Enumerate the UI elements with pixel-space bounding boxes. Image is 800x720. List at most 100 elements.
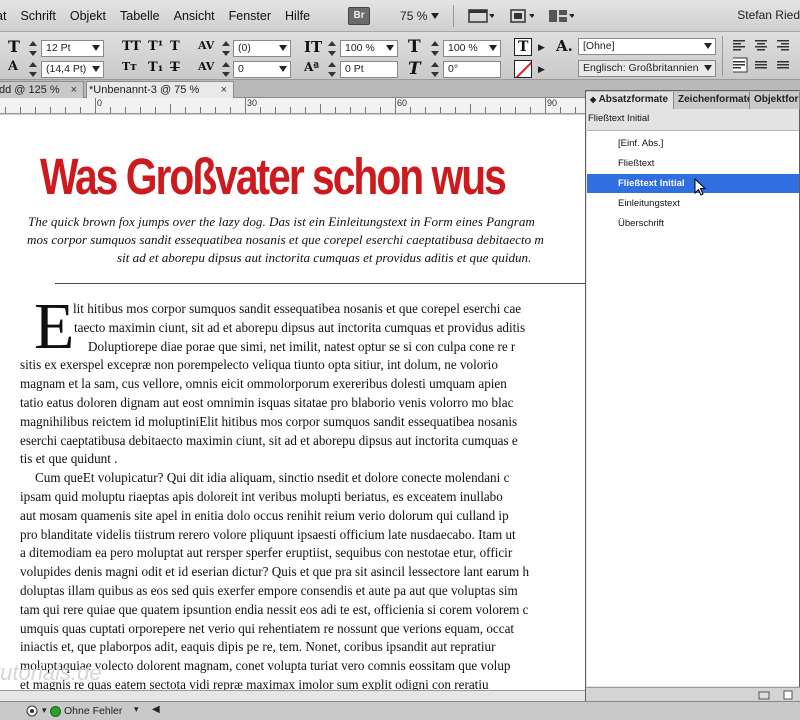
font-size-spinner[interactable] <box>28 40 38 57</box>
ruler-minor-tick <box>290 107 291 113</box>
text-stroke-swatch[interactable] <box>514 60 532 78</box>
headline-text[interactable]: Was Großvater schon wus <box>40 147 507 206</box>
horizontal-scrollbar[interactable] <box>0 690 585 701</box>
skew-icon: T <box>408 59 421 79</box>
body-text-line: ipsam quid moluptu riaeptas apis dolorei… <box>20 489 503 504</box>
close-icon[interactable]: × <box>221 82 227 98</box>
arrange-documents-icon[interactable] <box>548 7 575 25</box>
kerning-field[interactable]: (0) <box>233 40 291 57</box>
folder-icon[interactable] <box>758 690 770 700</box>
menu-item-objekt[interactable]: Objekt <box>70 9 106 23</box>
ruler-minor-tick <box>530 107 531 113</box>
character-style-icon: A. <box>556 37 573 55</box>
tracking-spinner[interactable] <box>221 61 231 78</box>
document-page[interactable]: Was Großvater schon wus The quick brown … <box>0 115 588 700</box>
character-style-value: [Ohne] <box>583 40 615 52</box>
body-text-line: tam qui rere quiae que quatem ipsuntion … <box>20 601 529 617</box>
list-item-fliesstext[interactable]: Fließtext <box>587 154 799 173</box>
skew-value: 0° <box>448 63 459 75</box>
paragraph-style-list[interactable]: [Einf. Abs.] Fließtext Fließtext Initial… <box>587 130 799 686</box>
close-icon[interactable]: × <box>71 82 77 98</box>
ruler-minor-tick <box>215 107 216 113</box>
tab-absatzformate[interactable]: ◆ Absatzformate <box>586 92 674 109</box>
font-size-field[interactable]: 12 Pt <box>41 40 104 57</box>
scroll-left-arrow[interactable]: ◀ <box>152 704 160 715</box>
tab-objektformate[interactable]: Objektformate <box>750 92 800 109</box>
character-style-field[interactable]: [Ohne] <box>578 38 716 55</box>
tab-document-dd[interactable]: dd @ 125 % × <box>0 81 84 98</box>
horizontal-ruler[interactable]: 0306090120 <box>0 98 600 114</box>
ruler-minor-tick <box>305 107 306 113</box>
ruler-label: 90 <box>547 98 558 108</box>
horizontal-scale-value: 100 % <box>448 42 478 54</box>
ruler-minor-tick <box>20 107 21 113</box>
new-style-icon[interactable] <box>782 690 794 700</box>
menu-item-ansicht[interactable]: Ansicht <box>174 9 215 23</box>
all-caps-icon[interactable]: TT <box>122 39 141 54</box>
baseline-shift-spinner[interactable] <box>327 61 337 78</box>
font-size-icon: T <box>8 37 20 56</box>
body-text-line: a ditemodiam ea pero moluptat aut rerspe… <box>20 545 513 561</box>
ruler-label: 0 <box>97 98 103 108</box>
leading-spinner[interactable] <box>28 61 38 78</box>
tab-document-unbenannt-3[interactable]: *Unbenannt-3 @ 75 % × <box>86 81 234 98</box>
preflight-status-text: Ohne Fehler <box>64 705 123 717</box>
text-fill-swatch[interactable]: T <box>514 38 532 56</box>
align-buttons-icon[interactable] <box>733 40 797 76</box>
font-size-value: 12 Pt <box>46 42 71 54</box>
ruler-minor-tick <box>350 107 351 113</box>
tracking-field[interactable]: 0 <box>233 61 291 78</box>
body-text-line: sitis ex exerspel excepræ non porempelec… <box>20 357 498 373</box>
ruler-minor-tick <box>575 107 576 113</box>
paragraph-styles-panel: ◆ Absatzformate Zeichenformate Objektfor… <box>585 90 800 702</box>
bridge-button[interactable]: Br <box>348 6 371 25</box>
fill-menu-arrow[interactable]: ▶ <box>538 42 545 53</box>
subscript-icon[interactable]: T₁ <box>148 60 163 75</box>
preflight-dropdown-arrow[interactable]: ▾ <box>134 704 139 715</box>
list-item-einleitungstext[interactable]: Einleitungstext <box>587 194 799 213</box>
preflight-menu-arrow[interactable]: ▾ <box>42 705 47 716</box>
ruler-minor-tick <box>485 107 486 113</box>
underline-icon[interactable]: T <box>170 39 180 54</box>
horizontal-scale-spinner[interactable] <box>430 40 440 57</box>
collapse-arrows-icon[interactable]: ◆ <box>590 95 596 104</box>
body-text-line: tatio eatus doloren dignam aut eost omni… <box>20 395 514 410</box>
strikethrough-icon[interactable]: T <box>170 60 180 75</box>
superscript-icon[interactable]: T¹ <box>148 39 163 54</box>
menu-item-hilfe[interactable]: Hilfe <box>285 9 310 23</box>
tab-zeichenformate[interactable]: Zeichenformate <box>674 92 750 109</box>
ruler-minor-tick <box>35 107 36 113</box>
list-item-fliesstext-initial[interactable]: Fließtext Initial <box>587 174 799 193</box>
ruler-minor-tick <box>260 107 261 113</box>
skew-field[interactable]: 0° <box>443 61 501 78</box>
view-options-icon[interactable] <box>468 7 495 25</box>
menu-item-fenster[interactable]: Fenster <box>229 9 271 23</box>
ruler-label: 30 <box>247 98 258 108</box>
menu-item-schrift[interactable]: Schrift <box>20 9 55 23</box>
intro-line: mos corpor sumquos sandit essequatibea n… <box>27 232 544 247</box>
small-caps-icon[interactable]: Tт <box>122 60 137 73</box>
user-name: Stefan Ried <box>737 8 800 22</box>
chevron-down-icon <box>431 12 440 19</box>
ruler-minor-tick <box>455 107 456 113</box>
vertical-scale-spinner[interactable] <box>327 40 337 57</box>
zoom-select[interactable]: 75 % <box>400 9 440 23</box>
stroke-menu-arrow[interactable]: ▶ <box>538 64 545 75</box>
menu-item-schrift-cut[interactable]: at <box>0 9 6 23</box>
list-item-ueberschrift[interactable]: Überschrift <box>587 214 799 233</box>
kerning-spinner[interactable] <box>221 40 231 57</box>
baseline-shift-field[interactable]: 0 Pt <box>340 61 398 78</box>
ruler-minor-tick <box>110 107 111 113</box>
leading-field[interactable]: (14,4 Pt) <box>41 61 104 78</box>
chevron-down-icon <box>279 66 287 72</box>
screen-mode-icon[interactable] <box>508 7 535 25</box>
preflight-profile-icon[interactable] <box>26 705 38 717</box>
horizontal-scale-field[interactable]: 100 % <box>443 40 501 57</box>
ruler-minor-tick <box>425 107 426 113</box>
vertical-scale-field[interactable]: 100 % <box>340 40 398 57</box>
menu-item-tabelle[interactable]: Tabelle <box>120 9 160 23</box>
skew-spinner[interactable] <box>430 61 440 78</box>
language-field[interactable]: Englisch: Großbritannien <box>578 60 716 77</box>
list-item-einf-abs[interactable]: [Einf. Abs.] <box>587 134 799 153</box>
ruler-minor-tick <box>365 107 366 113</box>
